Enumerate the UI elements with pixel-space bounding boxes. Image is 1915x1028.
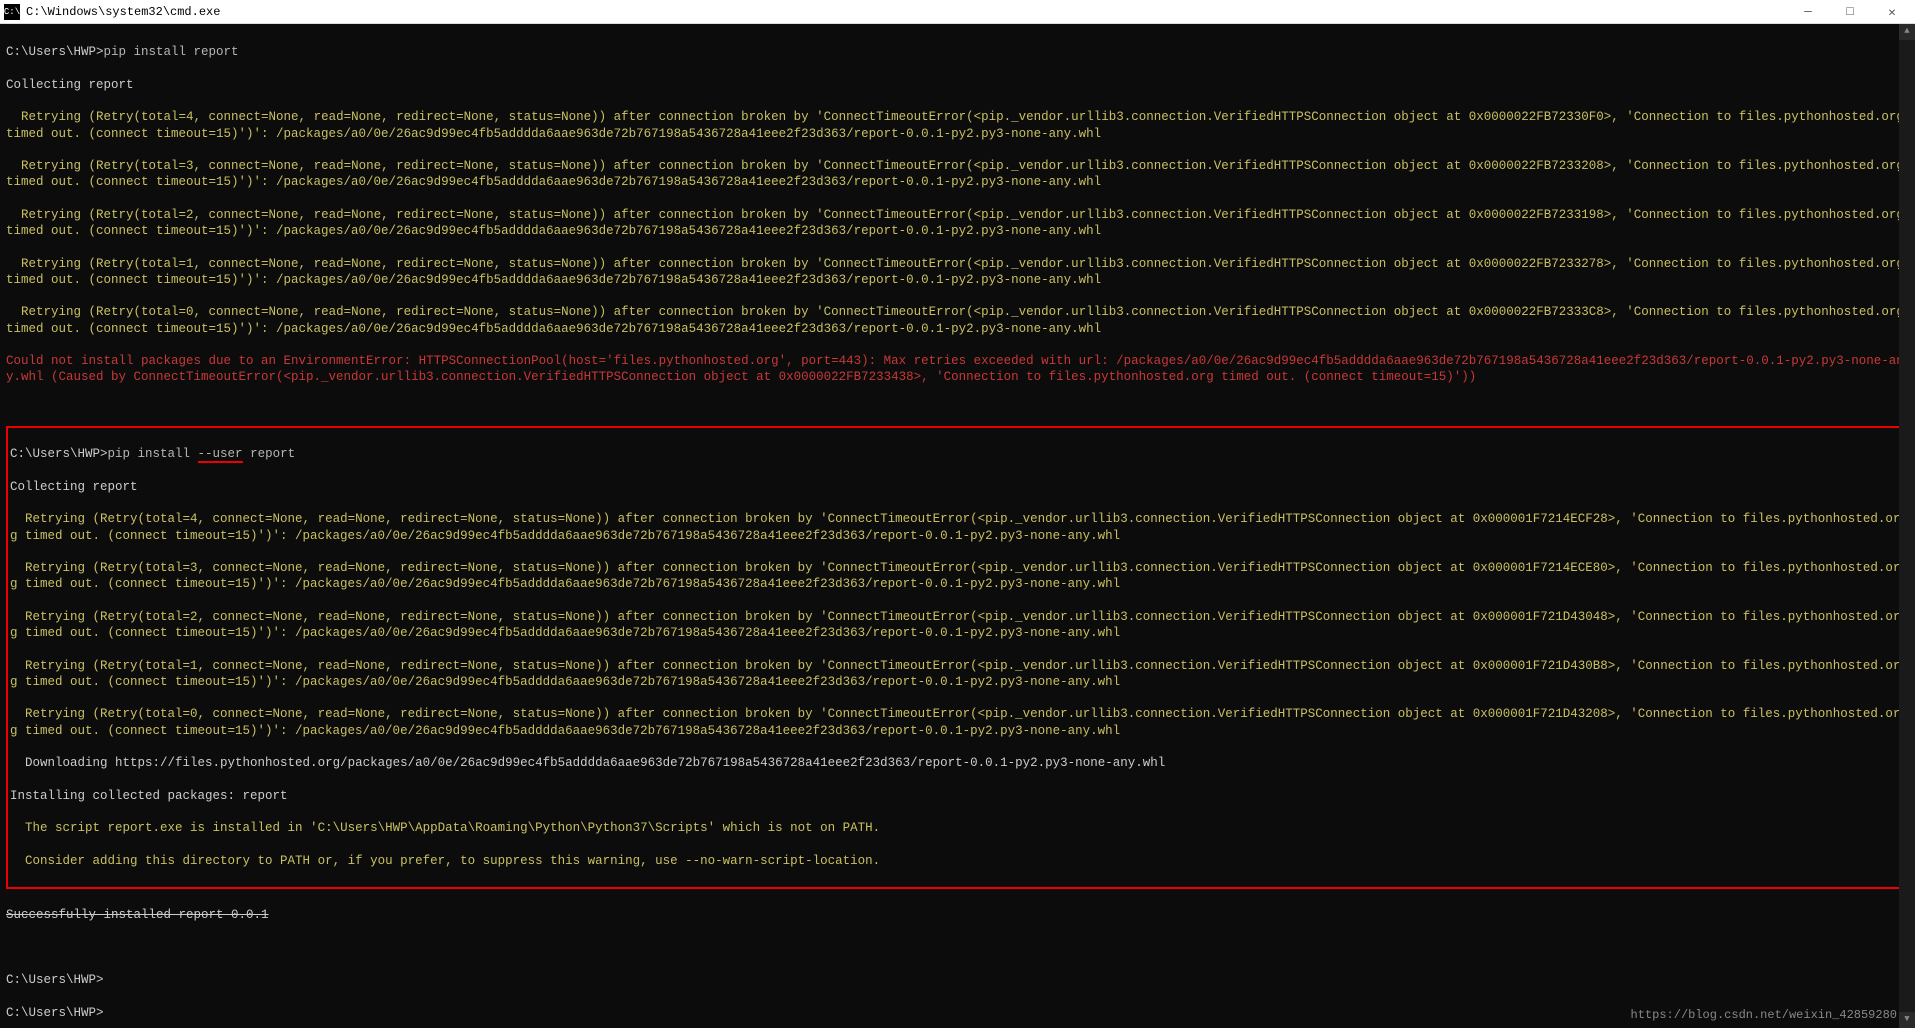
cmd-icon: C:\ [4, 4, 20, 20]
prompt: C:\Users\HWP> [6, 45, 104, 59]
retry-line: Retrying (Retry(total=2, connect=None, r… [6, 207, 1909, 240]
output-line: Collecting report [10, 479, 1905, 495]
prompt: C:\Users\HWP> [10, 447, 108, 461]
minimize-button[interactable]: — [1801, 5, 1815, 19]
warning-line: Consider adding this directory to PATH o… [10, 853, 1905, 869]
success-line: Successfully installed report-0.0.1 [6, 907, 1909, 923]
window-title: C:\Windows\system32\cmd.exe [26, 5, 1801, 19]
install-line: Installing collected packages: report [10, 788, 1905, 804]
maximize-button[interactable]: □ [1843, 5, 1857, 19]
vertical-scrollbar[interactable]: ▲ ▼ [1899, 24, 1915, 1028]
watermark-text: https://blog.csdn.net/weixin_42859280 [1631, 1008, 1897, 1024]
highlight-box: C:\Users\HWP>pip install --user report C… [6, 426, 1909, 889]
retry-line: Retrying (Retry(total=2, connect=None, r… [10, 609, 1905, 642]
prompt: C:\Users\HWP> [6, 972, 1909, 988]
retry-line: Retrying (Retry(total=3, connect=None, r… [10, 560, 1905, 593]
retry-line: Retrying (Retry(total=0, connect=None, r… [10, 706, 1905, 739]
prompt: C:\Users\HWP> [6, 1005, 1909, 1021]
close-button[interactable]: ✕ [1885, 5, 1899, 19]
warning-line: The script report.exe is installed in 'C… [10, 820, 1905, 836]
output-line: Collecting report [6, 77, 1909, 93]
command-text: pip install --user report [108, 447, 296, 463]
retry-line: Retrying (Retry(total=4, connect=None, r… [6, 109, 1909, 142]
retry-line: Retrying (Retry(total=0, connect=None, r… [6, 304, 1909, 337]
scroll-down-icon[interactable]: ▼ [1899, 1012, 1915, 1028]
retry-line: Retrying (Retry(total=1, connect=None, r… [6, 256, 1909, 289]
retry-line: Retrying (Retry(total=4, connect=None, r… [10, 511, 1905, 544]
retry-line: Retrying (Retry(total=1, connect=None, r… [10, 658, 1905, 691]
scroll-up-icon[interactable]: ▲ [1899, 24, 1915, 40]
window-titlebar: C:\ C:\Windows\system32\cmd.exe — □ ✕ [0, 0, 1915, 24]
command-text: pip install report [104, 45, 239, 59]
error-line: Could not install packages due to an Env… [6, 353, 1909, 386]
user-flag-highlight: --user [198, 447, 243, 463]
retry-line: Retrying (Retry(total=3, connect=None, r… [6, 158, 1909, 191]
download-line: Downloading https://files.pythonhosted.o… [10, 755, 1905, 771]
terminal-viewport[interactable]: C:\Users\HWP>pip install report Collecti… [0, 24, 1915, 1028]
